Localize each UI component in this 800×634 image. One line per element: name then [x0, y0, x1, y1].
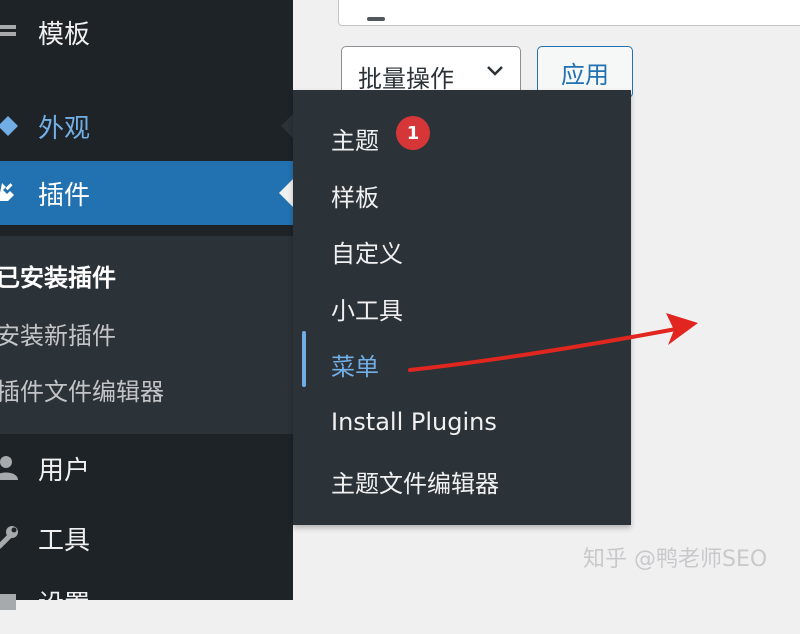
chevron-down-icon [487, 66, 503, 76]
plugin-icon [0, 183, 14, 201]
input-handle [367, 17, 385, 21]
sidebar-item-templates[interactable]: 模板 [0, 0, 293, 64]
sidebar-item-appearance[interactable]: 外观 [0, 94, 293, 158]
flyout-item-widgets[interactable]: 小工具 [331, 291, 403, 326]
flyout-pointer [281, 114, 293, 138]
sidebar-item-settings[interactable]: 设置 [0, 570, 293, 634]
sidebar-item-label: 工具 [38, 525, 91, 556]
flyout-item-theme-file-editor[interactable]: 主题文件编辑器 [331, 464, 499, 499]
settings-icon [0, 594, 16, 610]
sidebar-item-label: 插件 [38, 180, 91, 211]
flyout-item-themes[interactable]: 主题 [331, 121, 379, 156]
admin-sidebar: 模板 外观 插件 已安装插件 安装新插件 插件文件编辑器 用户 工具 设置 [0, 0, 293, 620]
bulk-actions-label: 批量操作 [358, 65, 454, 93]
search-box[interactable] [338, 0, 800, 26]
sidebar-item-tools[interactable]: 工具 [0, 506, 293, 570]
template-icon [0, 25, 16, 36]
submenu-item-add-new-plugin[interactable]: 安装新插件 [0, 316, 116, 351]
focus-indicator [302, 331, 306, 387]
flyout-item-install-plugins[interactable]: Install Plugins [331, 408, 497, 436]
submenu-item-plugin-file-editor[interactable]: 插件文件编辑器 [0, 372, 164, 407]
plugins-submenu: 已安装插件 安装新插件 插件文件编辑器 [0, 236, 293, 434]
submenu-item-installed-plugins[interactable]: 已安装插件 [0, 258, 116, 293]
current-menu-pointer [279, 179, 293, 207]
sidebar-item-label: 模板 [38, 19, 91, 50]
watermark: 知乎 @鸭老师SEO [583, 547, 768, 572]
appearance-brush-icon [0, 116, 18, 136]
user-icon [0, 456, 18, 480]
update-count-badge: 1 [396, 116, 430, 150]
wrench-icon [0, 526, 18, 549]
appearance-flyout-menu: 主题 1 样板 自定义 小工具 菜单 Install Plugins 主题文件编… [293, 90, 631, 525]
sidebar-item-label: 设置 [38, 589, 91, 620]
flyout-item-patterns[interactable]: 样板 [331, 178, 379, 213]
flyout-item-customize[interactable]: 自定义 [331, 234, 403, 269]
sidebar-item-label: 用户 [38, 455, 91, 486]
sidebar-item-plugins[interactable]: 插件 [0, 161, 293, 225]
sidebar-item-label: 外观 [38, 113, 91, 144]
sidebar-item-users[interactable]: 用户 [0, 436, 293, 500]
flyout-item-menus[interactable]: 菜单 [331, 347, 379, 382]
